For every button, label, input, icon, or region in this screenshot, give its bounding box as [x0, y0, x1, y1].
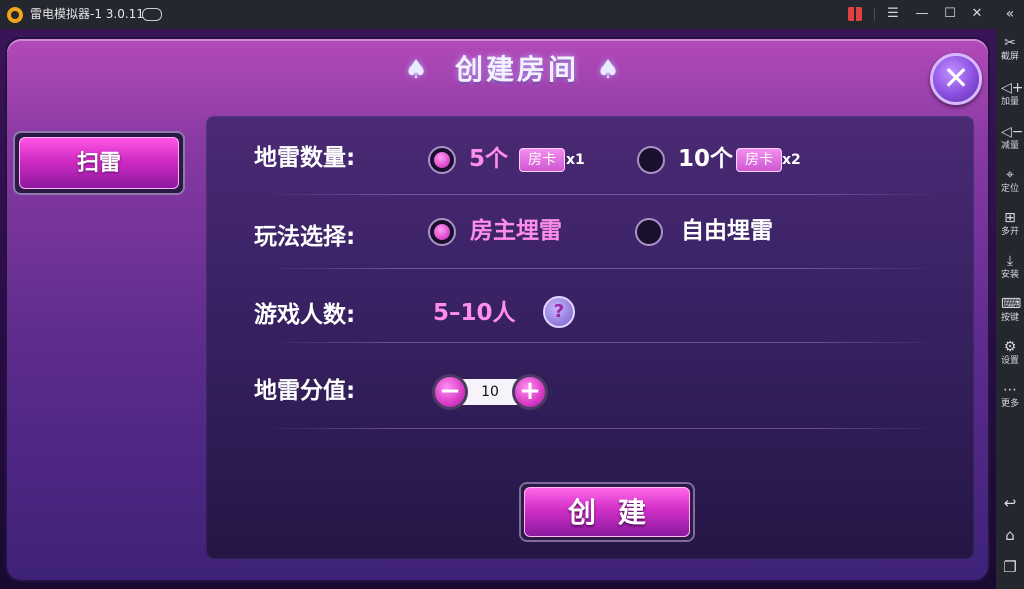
menu-icon[interactable]: ☰: [883, 4, 903, 24]
sidebar-item-multi-instance[interactable]: ⊞ 多开: [996, 209, 1024, 249]
sidebar-item-label: 加量: [1000, 97, 1019, 107]
mine-value-label: 地雷分值:: [254, 378, 356, 404]
spade-icon: ♠: [596, 55, 620, 85]
app-logo-icon: [7, 7, 23, 23]
decrement-button[interactable]: −: [432, 374, 468, 410]
location-icon: ⌖: [1006, 167, 1014, 183]
sidebar-item-label: 安装: [1000, 270, 1019, 280]
titlebar-divider: [874, 8, 875, 21]
radio-mine-count-10[interactable]: [637, 146, 665, 174]
sidebar-item-label: 按键: [1000, 313, 1019, 323]
sidebar-item-volume-up[interactable]: ◁+ 加量: [996, 79, 1024, 119]
mine-count-label: 地雷数量:: [254, 145, 356, 171]
window-title: 雷电模拟器-1 3.0.11: [30, 7, 144, 21]
tab-label: 扫雷: [19, 137, 179, 189]
sidebar-item-label: 减量: [1000, 141, 1019, 151]
sidebar-item-location[interactable]: ⌖ 定位: [996, 166, 1024, 206]
gamepad-icon[interactable]: [142, 8, 162, 21]
option-5-mines[interactable]: 5个: [469, 144, 508, 174]
create-room-button[interactable]: 创建: [519, 482, 695, 542]
minimize-icon[interactable]: —: [912, 4, 932, 24]
card-multiplier: x2: [782, 152, 801, 168]
sidebar-item-label: 截屏: [1000, 52, 1019, 62]
volume-down-icon: ◁−: [1001, 124, 1024, 140]
collapse-sidebar-icon[interactable]: «: [1001, 4, 1019, 24]
increment-button[interactable]: +: [512, 374, 548, 410]
keyboard-icon: ⌨: [1001, 296, 1022, 312]
sidebar-item-screenshot[interactable]: ✂ 截屏: [996, 34, 1024, 74]
home-icon[interactable]: ⌂: [996, 523, 1024, 547]
close-icon[interactable]: ✕: [967, 4, 987, 24]
recent-apps-icon[interactable]: ❐: [996, 555, 1024, 579]
create-room-dialog: ♠ 创建房间 ♠ ✕ 扫雷 地雷数量: 5个 房卡 x1 10个 房卡 x2 玩…: [7, 39, 988, 580]
room-card-badge: 房卡: [519, 148, 565, 172]
maximize-icon[interactable]: ☐: [940, 4, 960, 24]
option-host-mines[interactable]: 房主埋雷: [470, 216, 562, 246]
players-label: 游戏人数:: [254, 302, 356, 328]
install-apk-icon: ⤓: [1006, 253, 1014, 269]
players-value: 5–10人: [433, 300, 516, 326]
scissors-icon: ✂: [1004, 35, 1016, 51]
sidebar-item-more[interactable]: ⋯ 更多: [996, 381, 1024, 421]
row-divider: [262, 342, 942, 343]
options-panel: 地雷数量: 5个 房卡 x1 10个 房卡 x2 玩法选择: 房主埋雷 自由埋雷…: [206, 116, 974, 559]
sidebar-item-settings[interactable]: ⚙ 设置: [996, 338, 1024, 378]
sidebar-item-label: 设置: [1000, 356, 1019, 366]
sidebar-item-label: 定位: [1000, 184, 1019, 194]
card-multiplier: x1: [566, 152, 585, 168]
tab-minesweeper[interactable]: 扫雷: [13, 131, 185, 195]
row-divider: [262, 268, 942, 269]
option-10-mines[interactable]: 10个: [678, 144, 733, 174]
multi-instance-icon: ⊞: [1004, 210, 1016, 226]
row-divider: [262, 428, 942, 429]
sidebar-item-label: 更多: [1000, 399, 1019, 409]
room-card-badge: 房卡: [736, 148, 782, 172]
emulator-titlebar: 雷电模拟器-1 3.0.11 ☰ — ☐ ✕ «: [0, 0, 1024, 29]
help-button[interactable]: ?: [543, 296, 575, 328]
play-mode-label: 玩法选择:: [254, 224, 356, 250]
volume-up-icon: ◁+: [1001, 80, 1024, 96]
sidebar-item-keymap[interactable]: ⌨ 按键: [996, 295, 1024, 335]
more-icon: ⋯: [1003, 382, 1017, 398]
sidebar-item-install[interactable]: ⤓ 安装: [996, 252, 1024, 292]
sidebar-item-volume-down[interactable]: ◁− 减量: [996, 123, 1024, 163]
gift-icon[interactable]: [848, 7, 862, 21]
emulator-sidebar: ✂ 截屏 ◁+ 加量 ◁− 减量 ⌖ 定位 ⊞ 多开 ⤓ 安装 ⌨ 按键 ⚙ 设…: [996, 29, 1024, 589]
close-dialog-button[interactable]: ✕: [930, 53, 982, 105]
create-button-label: 创建: [524, 487, 690, 537]
sidebar-item-label: 多开: [1000, 227, 1019, 237]
back-icon[interactable]: ↩: [996, 491, 1024, 515]
mine-value-stepper: 10 − +: [432, 374, 548, 410]
option-free-mines[interactable]: 自由埋雷: [681, 216, 773, 246]
radio-free-mines[interactable]: [635, 218, 663, 246]
game-viewport: ♠ 创建房间 ♠ ✕ 扫雷 地雷数量: 5个 房卡 x1 10个 房卡 x2 玩…: [0, 29, 996, 589]
gear-icon: ⚙: [1003, 339, 1017, 355]
radio-host-mines[interactable]: [428, 218, 456, 246]
radio-mine-count-5[interactable]: [428, 146, 456, 174]
row-divider: [262, 194, 942, 195]
